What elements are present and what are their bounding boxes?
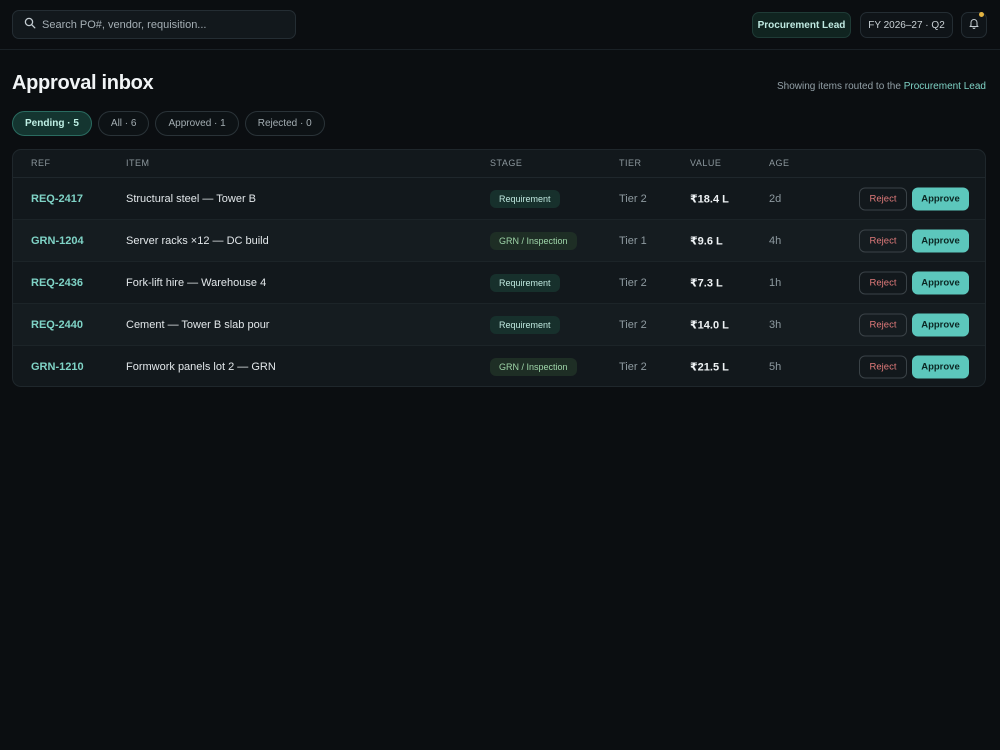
table-row: GRN-1204 Server racks ×12 — DC build GRN… (13, 220, 985, 262)
column-header-ref: REF (31, 158, 51, 168)
table-row: REQ-2440 Cement — Tower B slab pour Requ… (13, 304, 985, 346)
amount-value: ₹14.0 L (690, 319, 729, 331)
reject-button[interactable]: Reject (859, 187, 907, 210)
filter-all[interactable]: All · 6 (97, 111, 150, 136)
ref-link[interactable]: REQ-2417 (31, 193, 83, 205)
role-chip[interactable]: Procurement Lead (752, 12, 851, 38)
reject-button[interactable]: Reject (859, 355, 907, 379)
item-name: Cement — Tower B slab pour (126, 318, 270, 331)
ref-link[interactable]: GRN-1210 (31, 361, 84, 373)
search-icon (24, 16, 36, 34)
stage-badge: Requirement (490, 315, 560, 334)
notification-dot (979, 12, 984, 17)
amount-value: ₹9.6 L (690, 235, 723, 247)
column-header-stage: STAGE (490, 158, 523, 168)
item-name: Formwork panels lot 2 — GRN (126, 361, 276, 373)
top-bar: Procurement Lead FY 2026–27 · Q2 (0, 0, 1000, 50)
age-value: 2d (769, 192, 782, 205)
tier-value: Tier 2 (619, 318, 647, 331)
approve-button[interactable]: Approve (912, 313, 969, 336)
ref-link[interactable]: REQ-2436 (31, 277, 83, 289)
table-header: REF ITEM STAGE TIER VALUE AGE (13, 150, 985, 178)
approve-button[interactable]: Approve (912, 229, 969, 252)
stage-badge: Requirement (490, 189, 560, 208)
item-name: Server racks ×12 — DC build (126, 234, 269, 247)
bell-icon (968, 16, 980, 34)
fiscal-period-selector[interactable]: FY 2026–27 · Q2 (860, 12, 953, 38)
column-header-age: AGE (769, 158, 790, 168)
ref-link[interactable]: GRN-1204 (31, 235, 84, 247)
search-box[interactable] (12, 10, 296, 39)
table-row: REQ-2436 Fork-lift hire — Warehouse 4 Re… (13, 262, 985, 304)
notifications-button[interactable] (961, 12, 987, 38)
amount-value: ₹21.5 L (690, 361, 729, 374)
amount-value: ₹18.4 L (690, 193, 729, 205)
reject-button[interactable]: Reject (859, 229, 907, 252)
approve-button[interactable]: Approve (912, 355, 969, 379)
tier-value: Tier 2 (619, 192, 647, 205)
age-value: 5h (769, 361, 782, 373)
age-value: 4h (769, 234, 782, 247)
reject-button[interactable]: Reject (859, 313, 907, 336)
approve-button[interactable]: Approve (912, 187, 969, 210)
column-header-value: VALUE (690, 158, 722, 168)
approve-button[interactable]: Approve (912, 271, 969, 294)
routing-note-prefix: Showing items routed to the (776, 81, 904, 92)
routing-note: Showing items routed to the Procurement … (777, 81, 986, 92)
tier-value: Tier 1 (619, 234, 647, 247)
filter-rejected[interactable]: Rejected · 0 (244, 111, 325, 136)
table-row: GRN-1210 Formwork panels lot 2 — GRN GRN… (13, 346, 985, 386)
tier-value: Tier 2 (619, 361, 647, 373)
column-header-tier: TIER (619, 158, 642, 168)
age-value: 3h (769, 318, 782, 331)
reject-button[interactable]: Reject (859, 271, 907, 294)
amount-value: ₹7.3 L (690, 277, 723, 289)
item-name: Structural steel — Tower B (126, 192, 257, 205)
ref-link[interactable]: REQ-2440 (31, 319, 83, 331)
status-filter-tabs: Pending · 5 All · 6 Approved · 1 Rejecte… (12, 111, 325, 136)
item-name: Fork-lift hire — Warehouse 4 (126, 276, 267, 289)
age-value: 1h (769, 276, 782, 289)
stage-badge: Requirement (490, 273, 560, 292)
approval-table: REF ITEM STAGE TIER VALUE AGE REQ-2417 S… (12, 149, 986, 387)
table-row: REQ-2417 Structural steel — Tower B Requ… (13, 178, 985, 220)
filter-approved[interactable]: Approved · 1 (155, 111, 239, 136)
page-title: Approval inbox (12, 72, 154, 94)
filter-pending[interactable]: Pending · 5 (12, 111, 92, 136)
stage-badge: GRN / Inspection (490, 358, 577, 376)
routing-note-role: Procurement Lead (903, 81, 986, 92)
column-header-item: ITEM (126, 158, 150, 168)
search-input[interactable] (42, 18, 282, 31)
tier-value: Tier 2 (619, 276, 647, 289)
stage-badge: GRN / Inspection (490, 231, 577, 250)
